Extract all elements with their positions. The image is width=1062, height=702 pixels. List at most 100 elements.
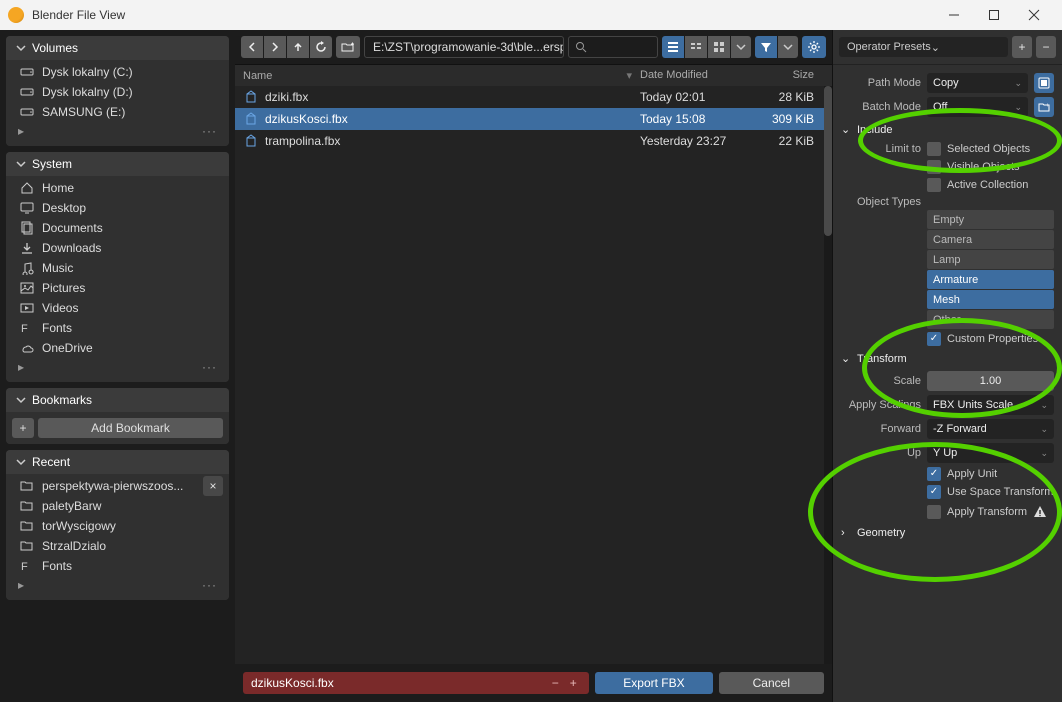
system-item[interactable]: FFonts (12, 318, 223, 338)
up-dropdown[interactable]: Y Up⌄ (927, 443, 1054, 463)
settings-gear-button[interactable] (802, 36, 826, 58)
add-bookmark-button[interactable]: Add Bookmark (38, 418, 223, 438)
nav-up-button[interactable] (287, 36, 309, 58)
window-minimize-button[interactable] (934, 0, 974, 30)
window-close-button[interactable] (1014, 0, 1054, 30)
file-toolbar: E:\ZST\programowanie-3d\ble...erspektywa… (235, 30, 832, 64)
filename-input[interactable]: dzikusKosci.fbx −+ (243, 672, 589, 694)
view-list-vertical-button[interactable] (662, 36, 684, 58)
system-item[interactable]: Downloads (12, 238, 223, 258)
filter-button[interactable] (755, 36, 777, 58)
scrollbar-thumb[interactable] (824, 86, 832, 236)
preset-remove-button[interactable]: − (1036, 36, 1056, 58)
volumes-title: Volumes (32, 41, 78, 55)
column-size-header[interactable]: Size (764, 69, 824, 82)
system-item[interactable]: Music (12, 258, 223, 278)
filename-plus-button[interactable]: + (565, 676, 581, 690)
batch-mode-dropdown[interactable]: Off⌄ (927, 97, 1028, 117)
system-item[interactable]: Videos (12, 298, 223, 318)
preset-add-button[interactable]: + (1012, 36, 1032, 58)
recent-item[interactable]: torWyscigowy (12, 516, 223, 536)
recent-item-label: perspektywa-pierwszoos... (42, 479, 183, 493)
export-button[interactable]: Export FBX (595, 672, 712, 694)
bookmarks-header[interactable]: Bookmarks (6, 388, 229, 412)
system-header[interactable]: System (6, 152, 229, 176)
recent-item[interactable]: paletyBarw (12, 496, 223, 516)
file-icon (243, 89, 259, 105)
system-item[interactable]: Home (12, 178, 223, 198)
active-collection-checkbox[interactable] (927, 178, 941, 192)
folder-icon (18, 519, 36, 533)
object-type-item[interactable]: Camera (927, 230, 1054, 249)
apply-transform-checkbox[interactable] (927, 505, 941, 519)
object-type-item[interactable]: Other (927, 310, 1054, 329)
apply-scalings-dropdown[interactable]: FBX Units Scale⌄ (927, 395, 1054, 415)
selected-objects-checkbox[interactable] (927, 142, 941, 156)
file-list[interactable]: dziki.fbx Today 02:01 28 KiB dzikusKosci… (235, 86, 832, 664)
chevron-right-icon: › (841, 527, 853, 539)
file-name: trampolina.fbx (265, 134, 640, 148)
object-type-item[interactable]: Lamp (927, 250, 1054, 269)
include-section-header[interactable]: ⌄Include (833, 119, 1062, 140)
filename-minus-button[interactable]: − (547, 676, 563, 690)
window-maximize-button[interactable] (974, 0, 1014, 30)
recent-remove-button[interactable]: × (203, 476, 223, 496)
visible-objects-checkbox[interactable] (927, 160, 941, 174)
column-name-header[interactable]: Name▾ (243, 69, 640, 82)
view-list-horizontal-button[interactable] (685, 36, 707, 58)
system-item[interactable]: Documents (12, 218, 223, 238)
system-item-label: Videos (42, 301, 78, 315)
more-arrow-icon[interactable]: ▸ (18, 578, 25, 592)
view-thumbnails-button[interactable] (708, 36, 730, 58)
embed-textures-button[interactable] (1034, 73, 1054, 93)
volume-item[interactable]: Dysk lokalny (C:) (12, 62, 223, 82)
left-sidebar: Volumes Dysk lokalny (C:) Dysk lokalny (… (0, 30, 235, 702)
file-table-header: Name▾ Date Modified Size (235, 64, 832, 86)
geometry-section-header[interactable]: ›Geometry (833, 523, 1062, 543)
more-dots-icon[interactable]: ··· (202, 360, 217, 374)
object-type-item[interactable]: Empty (927, 210, 1054, 229)
file-date: Today 02:01 (640, 90, 764, 104)
more-dots-icon[interactable]: ··· (202, 578, 217, 592)
nav-back-button[interactable] (241, 36, 263, 58)
recent-item[interactable]: perspektywa-pierwszoos... (12, 476, 199, 496)
column-date-header[interactable]: Date Modified (640, 69, 764, 82)
batch-own-dir-button[interactable]: + (1034, 97, 1054, 117)
recent-item[interactable]: FFonts (12, 556, 223, 576)
volume-item[interactable]: Dysk lokalny (D:) (12, 82, 223, 102)
system-item[interactable]: Desktop (12, 198, 223, 218)
recent-header[interactable]: Recent (6, 450, 229, 474)
use-space-transform-checkbox[interactable] (927, 485, 941, 499)
filter-dropdown[interactable] (778, 36, 798, 58)
transform-section-header[interactable]: ⌄Transform (833, 348, 1062, 369)
file-row[interactable]: dziki.fbx Today 02:01 28 KiB (235, 86, 832, 108)
custom-properties-checkbox[interactable] (927, 332, 941, 346)
system-item[interactable]: Pictures (12, 278, 223, 298)
apply-unit-checkbox[interactable] (927, 467, 941, 481)
add-bookmark-plus-button[interactable]: + (12, 418, 34, 438)
file-row[interactable]: dzikusKosci.fbx Today 15:08 309 KiB (235, 108, 832, 130)
more-dots-icon[interactable]: ··· (202, 124, 217, 138)
object-type-item[interactable]: Mesh (927, 290, 1054, 309)
cancel-button[interactable]: Cancel (719, 672, 824, 694)
search-input[interactable] (568, 36, 658, 58)
nav-refresh-button[interactable] (310, 36, 332, 58)
file-list-scrollbar[interactable] (824, 86, 832, 664)
forward-dropdown[interactable]: -Z Forward⌄ (927, 419, 1054, 439)
path-input[interactable]: E:\ZST\programowanie-3d\ble...erspektywa… (364, 36, 564, 58)
volumes-header[interactable]: Volumes (6, 36, 229, 60)
path-mode-dropdown[interactable]: Copy⌄ (927, 73, 1028, 93)
system-item[interactable]: OneDrive (12, 338, 223, 358)
more-arrow-icon[interactable]: ▸ (18, 124, 25, 138)
operator-presets-dropdown[interactable]: Operator Presets⌄ (839, 37, 1008, 57)
file-date: Yesterday 23:27 (640, 134, 764, 148)
more-arrow-icon[interactable]: ▸ (18, 360, 25, 374)
volume-item[interactable]: SAMSUNG (E:) (12, 102, 223, 122)
new-folder-button[interactable] (336, 36, 360, 58)
file-row[interactable]: trampolina.fbx Yesterday 23:27 22 KiB (235, 130, 832, 152)
object-type-item[interactable]: Armature (927, 270, 1054, 289)
recent-item[interactable]: StrzalDzialo (12, 536, 223, 556)
nav-forward-button[interactable] (264, 36, 286, 58)
scale-input[interactable]: 1.00 (927, 371, 1054, 391)
view-options-dropdown[interactable] (731, 36, 751, 58)
